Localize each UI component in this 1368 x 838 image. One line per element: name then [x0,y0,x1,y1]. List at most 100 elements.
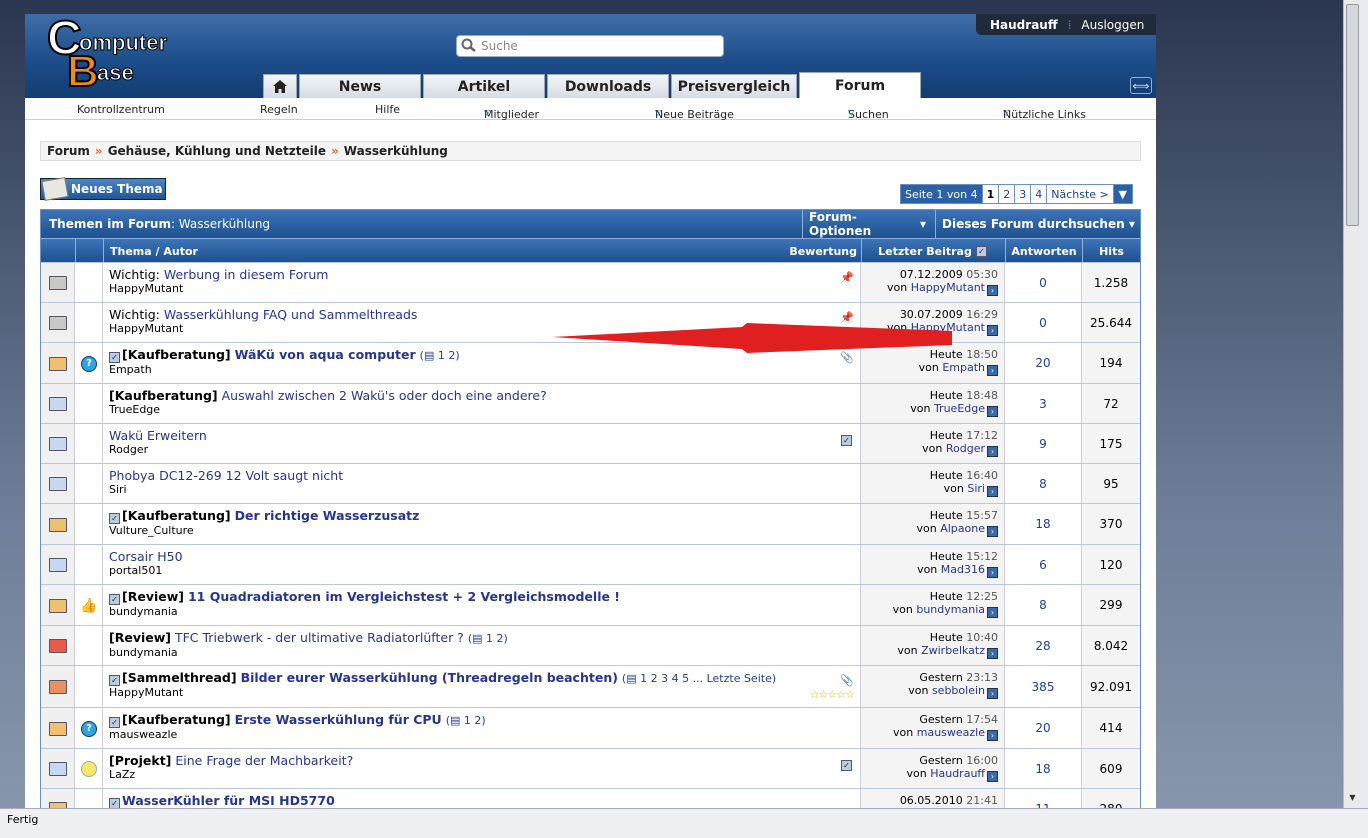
subnav-kontrollzentrum[interactable]: Kontrollzentrum [77,103,165,116]
pagination-dropdown[interactable]: ▼ [1112,184,1133,204]
replies-cell[interactable]: 18 [1005,504,1082,544]
thread-pages[interactable]: (▤ 1 2) [420,349,460,362]
thread-link[interactable]: Wakü Erweitern [109,428,207,443]
tab-preisvergleich[interactable]: Preisvergleich [671,74,797,98]
goto-last-post-icon[interactable]: › [987,688,998,699]
next-page-link[interactable]: Nächste > [1046,184,1114,204]
thread-author[interactable]: portal501 [109,564,854,577]
breadcrumb-current[interactable]: Wasserkühlung [344,144,448,158]
thread-link[interactable]: Corsair H50 [109,549,183,564]
goto-last-post-icon[interactable]: › [987,771,998,782]
replies-cell[interactable]: 20 [1005,343,1082,383]
vertical-scrollbar[interactable]: ▼ [1343,0,1361,808]
last-post-user[interactable]: Empath [942,361,985,374]
page-link-3[interactable]: 3 [1014,184,1032,204]
tab-news[interactable]: News [299,74,421,98]
goto-last-post-icon[interactable]: › [987,648,998,659]
last-post-user[interactable]: sebbolein [932,684,985,697]
goto-last-post-icon[interactable]: › [987,567,998,578]
tab-artikel[interactable]: Artikel [423,74,545,98]
tab-forum[interactable]: Forum [799,72,921,98]
col-last-post[interactable]: Letzter Beitrag ✓ [861,239,1005,263]
replies-cell[interactable]: 385 [1005,666,1082,707]
thread-author[interactable]: bundymania [109,605,854,618]
thread-link[interactable]: 11 Quadradiatoren im Vergleichstest + 2 … [188,589,620,604]
goto-last-post-icon[interactable]: › [987,526,998,537]
goto-last-post-icon[interactable]: › [987,285,998,296]
col-hits[interactable]: Hits [1082,239,1140,263]
expand-width-button[interactable]: ⟺ [1130,77,1152,94]
thread-link[interactable]: TFC Triebwerk - der ultimative Radiatorl… [175,630,464,645]
col-topic-label[interactable]: Thema / Autor [110,245,198,258]
last-post-user[interactable]: HappyMutant [911,281,985,294]
thread-link[interactable]: WäKü von aqua computer [235,347,416,362]
thread-link[interactable]: Der richtige Wasserzusatz [235,508,420,523]
last-post-user[interactable]: TrueEdge [934,402,985,415]
goto-last-post-icon[interactable]: › [987,365,998,376]
subnav-regeln[interactable]: Regeln [260,103,298,116]
goto-last-post-icon[interactable]: › [987,406,998,417]
thread-pages[interactable]: (▤ 1 2) [446,714,486,727]
thread-author[interactable]: Vulture_Culture [109,524,854,537]
last-post-user[interactable]: bundymania [916,603,985,616]
forum-search-button[interactable]: Dieses Forum durchsuchen ▾ [935,210,1141,238]
col-replies[interactable]: Antworten [1005,239,1082,263]
goto-last-post-icon[interactable]: › [987,446,998,457]
last-post-user[interactable]: Haudrauff [930,767,985,780]
breadcrumb-category[interactable]: Gehäuse, Kühlung und Netzteile [108,144,326,158]
replies-cell[interactable]: 3 [1005,384,1082,423]
username-link[interactable]: Haudrauff [976,18,1068,32]
scrollbar-thumb[interactable] [1346,4,1359,226]
page-link-1[interactable]: 1 [981,184,1000,204]
replies-cell[interactable]: 28 [1005,626,1082,665]
col-rating-label[interactable]: Bewertung [789,245,857,258]
thread-author[interactable]: bundymania [109,646,854,659]
forum-options-button[interactable]: Forum-Optionen ▾ [802,210,932,238]
thread-pages[interactable]: (▤ 1 2 3 4 5 ... Letzte Seite) [622,672,776,685]
thread-link[interactable]: Wasserkühlung FAQ und Sammelthreads [164,307,418,322]
thread-pages[interactable]: (▤ 1 2) [468,632,508,645]
last-post-user[interactable]: Rodger [946,442,985,455]
pagination-info[interactable]: Seite 1 von 4 [900,184,983,204]
search-input[interactable]: Suche [456,35,724,57]
thread-author[interactable]: Empath [109,363,854,376]
replies-cell[interactable]: 0 [1005,303,1082,342]
replies-cell[interactable]: 8 [1005,464,1082,503]
page-link-4[interactable]: 4 [1030,184,1048,204]
thread-author[interactable]: TrueEdge [109,403,854,416]
thread-author[interactable]: LaZz [109,768,854,781]
new-thread-button[interactable]: Neues Thema [40,177,166,201]
replies-cell[interactable]: 20 [1005,708,1082,748]
goto-last-post-icon[interactable]: › [987,325,998,336]
last-post-user[interactable]: Alpaone [940,522,985,535]
thread-link[interactable]: Eine Frage der Machbarkeit? [175,753,353,768]
replies-cell[interactable]: 6 [1005,545,1082,584]
goto-last-post-icon[interactable]: › [987,607,998,618]
tab-home[interactable] [263,74,297,98]
scroll-down-arrow-icon[interactable]: ▼ [1346,793,1359,806]
thread-link[interactable]: Erste Wasserkühlung für CPU [235,712,442,727]
computerbase-logo[interactable]: C omputer B ase [37,14,187,92]
last-post-user[interactable]: mausweazle [917,726,985,739]
thread-link[interactable]: Phobya DC12-269 12 Volt saugt nicht [109,468,343,483]
thread-author[interactable]: Siri [109,483,854,496]
replies-cell[interactable]: 18 [1005,749,1082,788]
replies-cell[interactable]: 0 [1005,263,1082,302]
last-post-user[interactable]: Zwirbelkatz [921,644,985,657]
goto-last-post-icon[interactable]: › [987,730,998,741]
thread-author[interactable]: HappyMutant [109,282,854,295]
replies-cell[interactable]: 9 [1005,424,1082,463]
logout-link[interactable]: Ausloggen [1071,18,1144,32]
replies-cell[interactable]: 11 [1005,789,1082,808]
thread-link[interactable]: Auswahl zwischen 2 Wakü's oder doch eine… [222,388,547,403]
last-post-user[interactable]: Mad316 [941,563,985,576]
tab-downloads[interactable]: Downloads [547,74,669,98]
goto-last-post-icon[interactable]: › [987,486,998,497]
thread-link[interactable]: WasserKühler für MSI HD5770 [122,793,335,808]
thread-author[interactable]: Rodger [109,443,854,456]
subnav-hilfe[interactable]: Hilfe [375,103,400,116]
last-post-user[interactable]: Siri [967,482,985,495]
replies-cell[interactable]: 8 [1005,585,1082,625]
thread-author[interactable]: HappyMutant [109,686,854,699]
thread-link[interactable]: Werbung in diesem Forum [164,267,329,282]
